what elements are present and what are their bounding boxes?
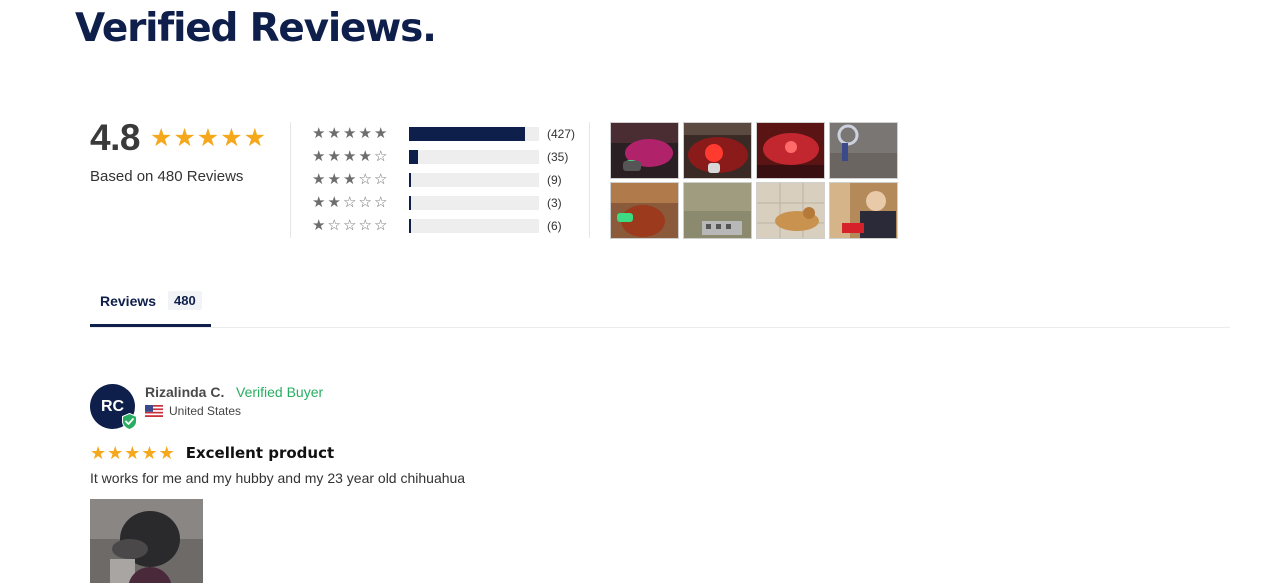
star-icon: ★ [149,123,173,152]
media-thumbnail[interactable] [829,122,898,179]
rating-summary: 4.8 ★ ★ ★ ★ ★ Based on 480 Reviews [90,116,290,185]
page-title: Verified Reviews. [75,6,437,51]
average-rating-value: 4.8 [90,117,140,158]
review-header: ★ ★ ★ ★ ★ Excellent product [90,444,334,462]
histogram-bar-fill [409,195,411,210]
histogram-bar-track [409,126,539,141]
review-title: Excellent product [185,444,335,462]
star-empty-icon: ☆ [343,194,357,211]
media-thumbnail[interactable] [756,182,825,239]
star-filled-icon: ★ [327,148,341,165]
star-icon: ★ [243,123,267,152]
tab-label: Reviews [100,293,157,309]
histogram-count: (6) [547,218,562,233]
verified-check-icon [122,413,137,430]
star-filled-icon: ★ [343,125,357,142]
star-icon: ★ [124,443,141,463]
us-flag-icon [145,405,163,417]
star-empty-icon: ☆ [358,194,372,211]
star-empty-icon: ☆ [358,217,372,234]
star-empty-icon: ☆ [374,148,388,165]
average-rating-row: 4.8 ★ ★ ★ ★ ★ [90,116,290,160]
star-icon: ★ [107,443,124,463]
star-filled-icon: ★ [312,125,326,142]
review-tabs: Reviews 480 [90,288,1230,328]
media-thumbnail[interactable] [829,182,898,239]
media-thumbnail[interactable] [683,182,752,239]
divider [290,122,291,238]
tab-count-badge: 480 [168,291,202,310]
country-name: United States [169,404,242,418]
histogram-stars: ★ ★ ★ ★ ★ [312,126,409,141]
star-filled-icon: ★ [343,171,357,188]
star-icon: ★ [196,123,220,152]
verified-buyer-label: Verified Buyer [236,384,324,400]
star-icon: ★ [141,443,158,463]
star-filled-icon: ★ [312,148,326,165]
star-empty-icon: ☆ [343,217,357,234]
histogram-stars: ★ ★ ★ ☆ ☆ [312,172,409,187]
star-empty-icon: ☆ [374,217,388,234]
star-filled-icon: ★ [374,125,388,142]
histogram-bar-track [409,172,539,187]
histogram-bar-track [409,195,539,210]
star-empty-icon: ☆ [327,217,341,234]
average-rating-stars: ★ ★ ★ ★ ★ [149,123,267,152]
histogram-bar-fill [409,126,525,141]
histogram-stars: ★ ★ ★ ★ ☆ [312,149,409,164]
star-empty-icon: ☆ [374,171,388,188]
star-filled-icon: ★ [358,125,372,142]
media-thumbnail[interactable] [610,122,679,179]
histogram-count: (9) [547,172,562,187]
review-body: It works for me and my hubby and my 23 y… [90,470,466,486]
histogram-bar-fill [409,172,412,187]
star-empty-icon: ☆ [358,171,372,188]
media-thumbnail[interactable] [756,122,825,179]
histogram-row[interactable]: ★ ☆ ☆ ☆ ☆ (6) [312,214,582,237]
star-filled-icon: ★ [358,148,372,165]
histogram-row[interactable]: ★ ★ ☆ ☆ ☆ (3) [312,191,582,214]
review-media-grid [610,122,898,239]
histogram-count: (35) [547,149,569,164]
histogram-stars: ★ ☆ ☆ ☆ ☆ [312,218,409,233]
star-filled-icon: ★ [327,171,341,188]
star-filled-icon: ★ [312,217,326,234]
histogram-row[interactable]: ★ ★ ★ ☆ ☆ (9) [312,168,582,191]
histogram-bar-track [409,149,539,164]
reviewer-name: Rizalinda C. [145,384,225,400]
based-on-text: Based on 480 Reviews [90,168,244,185]
histogram-count: (427) [547,126,576,141]
histogram-row[interactable]: ★ ★ ★ ★ ★ (427) [312,122,582,145]
media-thumbnail[interactable] [610,182,679,239]
star-filled-icon: ★ [327,125,341,142]
histogram-bar-fill [409,218,411,233]
histogram-bar-fill [409,149,419,164]
star-icon: ★ [158,443,175,463]
star-filled-icon: ★ [343,148,357,165]
divider [589,122,590,238]
review-photo[interactable] [90,499,203,583]
star-filled-icon: ★ [312,171,326,188]
star-icon: ★ [173,123,196,152]
histogram-bar-track [409,218,539,233]
histogram-stars: ★ ★ ☆ ☆ ☆ [312,195,409,210]
star-icon: ★ [220,123,243,152]
star-icon: ★ [90,443,107,463]
histogram-count: (3) [547,195,562,210]
rating-histogram: ★ ★ ★ ★ ★ (427) ★ ★ ★ ★ ☆ (35) ★ ★ ★ ☆ ☆ (9) ★ ★ ☆ ☆ ☆ (3) ★ ☆ ☆ ☆ ☆… [312,122,582,237]
histogram-row[interactable]: ★ ★ ★ ★ ☆ (35) [312,145,582,168]
media-thumbnail[interactable] [683,122,752,179]
star-empty-icon: ☆ [374,194,388,211]
star-filled-icon: ★ [327,194,341,211]
tab-reviews[interactable]: Reviews 480 [90,288,211,327]
reviewer-country: United States [145,404,241,418]
star-filled-icon: ★ [312,194,326,211]
